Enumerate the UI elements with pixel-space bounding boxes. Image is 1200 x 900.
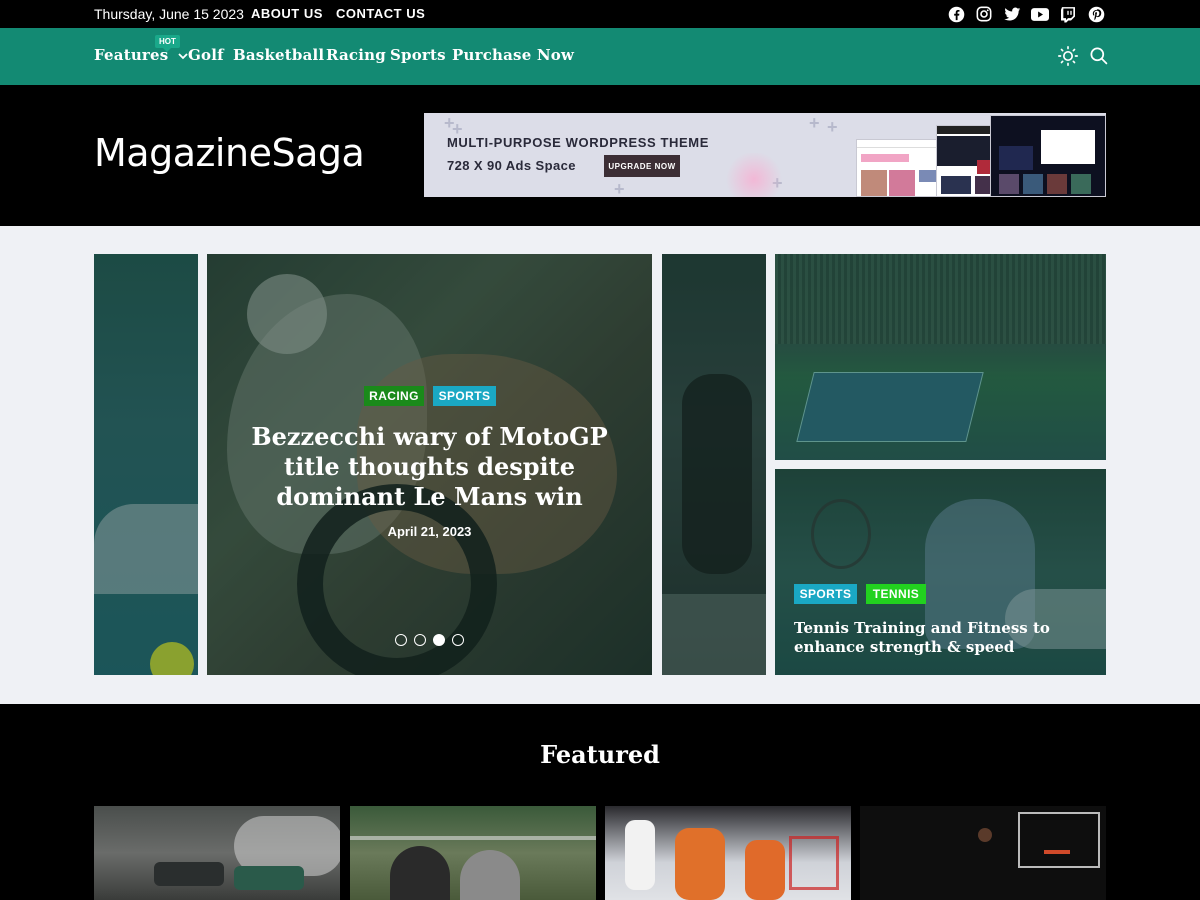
slide-previous[interactable] bbox=[94, 254, 198, 675]
hot-badge: HOT bbox=[155, 35, 180, 52]
nav-item-sports[interactable]: Sports bbox=[390, 46, 446, 64]
sun-icon[interactable] bbox=[1058, 46, 1078, 66]
tag-sports[interactable]: SPORTS bbox=[794, 584, 857, 604]
main-slide-title[interactable]: Bezzecchi wary of MotoGP title thoughts … bbox=[247, 422, 612, 512]
main-navigation: Features HOT Golf Basketball Racing Spor… bbox=[0, 28, 1200, 85]
search-icon[interactable] bbox=[1089, 46, 1109, 66]
top-bar: Thursday, June 15 2023 ABOUT US CONTACT … bbox=[0, 0, 1200, 28]
post-card-tennis-stadium[interactable] bbox=[775, 254, 1106, 460]
featured-card-horse-racing[interactable] bbox=[350, 806, 596, 900]
site-header: MagazineSaga + + + + + + MULTI-PURPOSE W… bbox=[0, 85, 1200, 226]
hero-section: RACING SPORTS Bezzecchi wary of MotoGP t… bbox=[0, 226, 1200, 704]
main-slide-date: April 21, 2023 bbox=[387, 524, 472, 539]
pinterest-icon[interactable] bbox=[1087, 5, 1105, 23]
featured-heading: Featured bbox=[540, 740, 660, 769]
nav-item-features-label: Features bbox=[94, 46, 169, 64]
nav-item-features[interactable]: Features bbox=[94, 46, 188, 64]
current-date: Thursday, June 15 2023 bbox=[94, 6, 244, 22]
about-us-link[interactable]: ABOUT US bbox=[251, 6, 323, 21]
instagram-icon[interactable] bbox=[975, 5, 993, 23]
site-logo[interactable]: MagazineSaga bbox=[94, 131, 365, 175]
nav-item-basketball[interactable]: Basketball bbox=[233, 46, 324, 64]
nav-item-racing[interactable]: Racing bbox=[326, 46, 386, 64]
slider-dot-4[interactable] bbox=[452, 634, 464, 646]
featured-card-hockey[interactable] bbox=[605, 806, 851, 900]
slider-dot-1[interactable] bbox=[395, 634, 407, 646]
side-post-title[interactable]: Tennis Training and Fitness to enhance s… bbox=[794, 619, 1074, 657]
tag-sports[interactable]: SPORTS bbox=[433, 386, 496, 406]
ad-banner[interactable]: + + + + + + MULTI-PURPOSE WORDPRESS THEM… bbox=[424, 113, 1106, 197]
featured-card-drift[interactable] bbox=[94, 806, 340, 900]
upgrade-now-button[interactable]: UPGRADE NOW bbox=[604, 155, 680, 177]
slider-dot-3-active[interactable] bbox=[433, 634, 445, 646]
ad-subtitle: 728 X 90 Ads Space bbox=[447, 158, 576, 173]
featured-card-basketball[interactable] bbox=[860, 806, 1106, 900]
slide-next[interactable] bbox=[662, 254, 766, 675]
tag-tennis[interactable]: TENNIS bbox=[866, 584, 926, 604]
ad-title: MULTI-PURPOSE WORDPRESS THEME bbox=[447, 135, 710, 150]
tag-racing[interactable]: RACING bbox=[364, 386, 424, 406]
twitch-icon[interactable] bbox=[1059, 5, 1077, 23]
contact-us-link[interactable]: CONTACT US bbox=[336, 6, 425, 21]
nav-item-purchase-now[interactable]: Purchase Now bbox=[452, 46, 574, 64]
nav-item-golf[interactable]: Golf bbox=[188, 46, 224, 64]
chevron-down-icon bbox=[178, 53, 188, 60]
ad-preview-image bbox=[990, 115, 1106, 197]
slider-dot-2[interactable] bbox=[414, 634, 426, 646]
twitter-icon[interactable] bbox=[1003, 5, 1021, 23]
facebook-icon[interactable] bbox=[947, 5, 965, 23]
youtube-icon[interactable] bbox=[1031, 5, 1049, 23]
featured-section: Featured bbox=[0, 704, 1200, 900]
